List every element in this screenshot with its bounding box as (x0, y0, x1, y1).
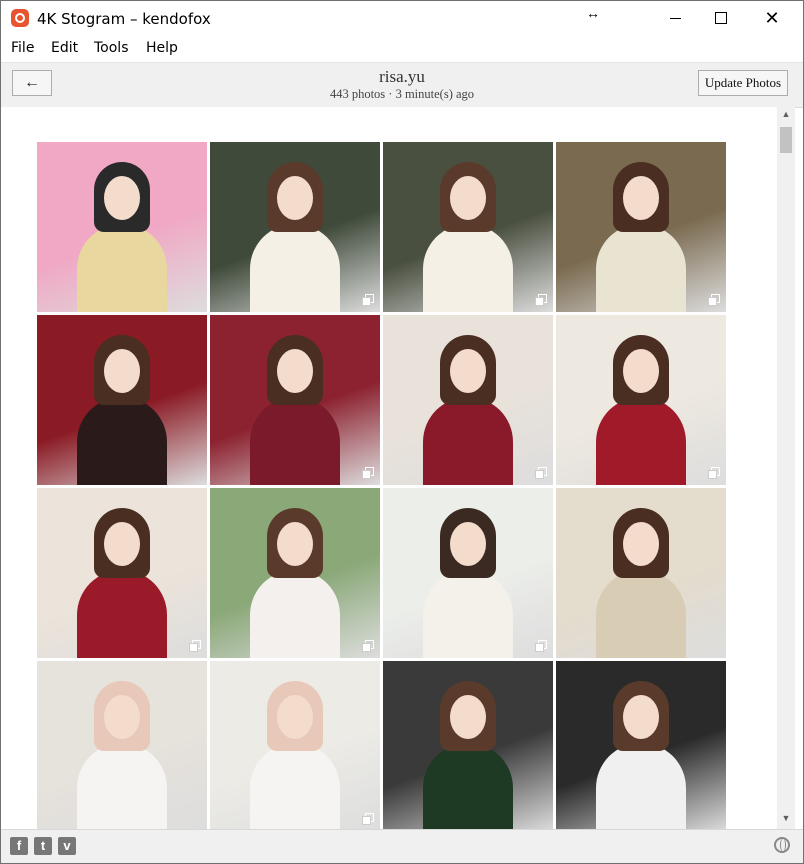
photo-subject-body (250, 396, 340, 485)
photo-thumbnail[interactable] (556, 142, 726, 312)
photo-subject-body (77, 396, 167, 485)
update-photos-button[interactable]: Update Photos (698, 70, 788, 96)
app-window: 4K Stogram – kendofox ↔ ✕ File Edit Tool… (0, 0, 804, 864)
menu-help[interactable]: Help (146, 40, 178, 56)
multiple-photos-icon (535, 640, 547, 652)
photo-content-area (1, 107, 777, 829)
photo-subject-body (596, 569, 686, 658)
multiple-photos-icon (708, 294, 720, 306)
photo-thumbnail[interactable] (210, 315, 380, 485)
scroll-up-icon[interactable]: ▲ (777, 109, 795, 123)
vertical-scrollbar[interactable]: ▲ ▼ (777, 107, 795, 829)
globe-icon[interactable] (774, 837, 790, 853)
photo-thumbnail[interactable] (37, 488, 207, 658)
maximize-icon (715, 12, 727, 24)
photo-subject-face (277, 349, 313, 393)
photo-subject-body (596, 223, 686, 312)
menu-edit[interactable]: Edit (51, 40, 78, 56)
close-icon: ✕ (764, 8, 780, 28)
minimize-icon (669, 17, 681, 19)
twitter-icon[interactable]: t (34, 837, 52, 855)
photo-thumbnail[interactable] (37, 661, 207, 829)
photo-subject-body (77, 742, 167, 829)
photo-thumbnail[interactable] (210, 661, 380, 829)
photo-thumbnail[interactable] (383, 315, 553, 485)
window-title: 4K Stogram – kendofox (37, 10, 211, 28)
photo-thumbnail[interactable] (556, 661, 726, 829)
photo-subject-face (104, 349, 140, 393)
photo-thumbnail[interactable] (37, 315, 207, 485)
menu-file[interactable]: File (11, 40, 34, 56)
profile-meta: 443 photos · 3 minute(s) ago (329, 87, 475, 101)
maximize-button[interactable] (698, 1, 744, 35)
title-bar: 4K Stogram – kendofox ↔ ✕ (1, 1, 803, 35)
facebook-icon[interactable]: f (10, 837, 28, 855)
photo-subject-face (104, 695, 140, 739)
photo-thumbnail[interactable] (383, 142, 553, 312)
close-button[interactable]: ✕ (749, 1, 795, 35)
multiple-photos-icon (708, 467, 720, 479)
multiple-photos-icon (362, 813, 374, 825)
photo-subject-body (77, 223, 167, 312)
photo-subject-body (423, 742, 513, 829)
photo-subject-body (77, 569, 167, 658)
multiple-photos-icon (535, 294, 547, 306)
photo-subject-body (423, 569, 513, 658)
photo-subject-face (450, 349, 486, 393)
multiple-photos-icon (362, 467, 374, 479)
photo-subject-face (277, 695, 313, 739)
photo-subject-body (423, 223, 513, 312)
photo-subject-body (423, 396, 513, 485)
photo-subject-face (450, 176, 486, 220)
scroll-thumb[interactable] (780, 127, 792, 153)
photo-subject-body (596, 742, 686, 829)
photo-thumbnail[interactable] (383, 488, 553, 658)
photo-subject-face (104, 176, 140, 220)
photo-subject-face (450, 695, 486, 739)
resize-arrow-icon: ↔ (586, 5, 600, 21)
menu-bar: File Edit Tools Help (1, 37, 803, 61)
photo-subject-face (623, 695, 659, 739)
profile-name: risa.yu (379, 67, 425, 86)
photo-thumbnail[interactable] (383, 661, 553, 829)
photo-subject-face (277, 176, 313, 220)
photo-subject-body (250, 742, 340, 829)
photo-subject-face (104, 522, 140, 566)
scroll-down-icon[interactable]: ▼ (777, 813, 795, 827)
photo-subject-face (450, 522, 486, 566)
photo-thumbnail[interactable] (210, 488, 380, 658)
photo-thumbnail[interactable] (556, 488, 726, 658)
app-logo-icon (11, 9, 29, 27)
photo-subject-face (277, 522, 313, 566)
photo-subject-body (250, 569, 340, 658)
multiple-photos-icon (362, 640, 374, 652)
photo-subject-face (623, 176, 659, 220)
vimeo-icon[interactable]: v (58, 837, 76, 855)
minimize-button[interactable] (652, 1, 698, 35)
photo-subject-body (250, 223, 340, 312)
footer-bar: f t v (1, 829, 803, 863)
multiple-photos-icon (535, 467, 547, 479)
photo-thumbnail[interactable] (210, 142, 380, 312)
photo-thumbnail[interactable] (37, 142, 207, 312)
photo-subject-body (596, 396, 686, 485)
profile-header: ← risa.yu 443 photos · 3 minute(s) ago U… (1, 62, 803, 108)
menu-tools[interactable]: Tools (94, 40, 129, 56)
photo-subject-face (623, 349, 659, 393)
photo-thumbnail[interactable] (556, 315, 726, 485)
multiple-photos-icon (189, 640, 201, 652)
photo-subject-face (623, 522, 659, 566)
multiple-photos-icon (362, 294, 374, 306)
